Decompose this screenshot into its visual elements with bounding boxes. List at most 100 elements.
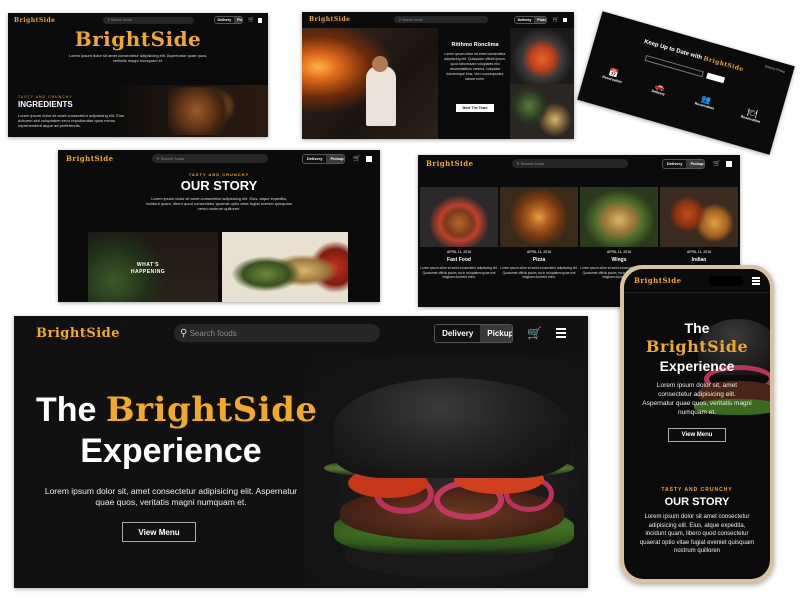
news-body: Lorem ipsum dolor sit amet consectetur a… [420, 266, 498, 279]
mobile-story-eyebrow: TASTY AND CRUNCHY [661, 487, 733, 493]
ingredients-heading: INGREDIENTS [18, 100, 73, 109]
news-card[interactable]: APRIL 11, 2016 Fast Food Lorem ipsum dol… [420, 187, 498, 280]
delivery-button[interactable]: Delivery [662, 159, 687, 168]
logo[interactable]: BrightSide [309, 16, 350, 23]
hero-text: Lorem ipsum dolor sit amet consectetur a… [68, 53, 208, 63]
team-title: Ritthmo Ronclima [451, 42, 499, 48]
mobile-headline-brand: BrightSide [645, 337, 749, 356]
cart-icon[interactable]: 🛒 [527, 326, 542, 340]
search-placeholder: Search foods [111, 18, 132, 22]
mockup-story-page: BrightSide ⚲ Search foods Delivery Picku… [58, 150, 380, 302]
ingredients-eyebrow: TASTY AND CRUNCHY [18, 95, 73, 99]
navbar: BrightSide ⚲ Search foods Delivery Picku… [14, 316, 588, 350]
pickup-button[interactable]: Pickup [686, 159, 704, 168]
search-placeholder: Search foods [189, 328, 237, 338]
hamburger-icon[interactable] [366, 156, 372, 162]
hero-headline-1: The BrightSide [36, 390, 318, 430]
cart-icon[interactable]: 🛒 [353, 155, 360, 162]
mobile-view-menu-button[interactable]: View Menu [668, 428, 726, 442]
news-date: APRIL 11, 2016 [446, 250, 472, 254]
hero-headline-2: Experience [80, 432, 262, 470]
hero-brand: BrightSide [74, 27, 202, 51]
delivery-button[interactable]: Delivery [214, 17, 235, 23]
team-text-block: Ritthmo Ronclima Lorem ipsum dolor sit a… [442, 28, 508, 139]
chef-figure [366, 66, 396, 126]
search-placeholder: Search foods [402, 17, 423, 22]
mockup-hero-desktop: BrightSide ⚲ Search foods Delivery Picku… [14, 316, 588, 588]
hamburger-icon[interactable] [258, 18, 262, 23]
meet-team-button[interactable]: Meet The Team [456, 104, 494, 112]
search-input[interactable]: ⚲ Search foods [174, 324, 381, 342]
order-toggle: Delivery Pickup [513, 15, 548, 24]
logo[interactable]: BrightSide [426, 159, 474, 168]
delivery-button[interactable]: Delivery [302, 154, 327, 163]
logo[interactable]: BrightSide [36, 326, 120, 341]
search-input[interactable]: ⚲ Search foods [151, 154, 268, 163]
hero-text-block: The BrightSide Experience Lorem ipsum do… [36, 390, 318, 508]
mockup-hero-mobile: BrightSide The BrightSide Experience Lor… [624, 269, 770, 579]
cart-icon[interactable]: 🛒 [248, 17, 254, 23]
search-icon: ⚲ [107, 18, 111, 22]
search-input[interactable]: ⚲ Search foods [103, 16, 194, 24]
happening-photo: WHAT'S HAPPENING [88, 232, 218, 302]
dishes-photo [510, 84, 574, 139]
logo[interactable]: BrightSide [634, 276, 682, 285]
hero-subtext: Lorem ipsum dolor sit, amet consectetur … [44, 486, 298, 507]
phone-notch [707, 275, 744, 286]
story-body: Lorem ipsum dolor sit amet consectetur a… [145, 196, 293, 211]
pickup-button[interactable]: Pickup [480, 324, 513, 342]
hamburger-icon[interactable] [556, 328, 566, 338]
pickup-button[interactable]: Pickup [534, 16, 547, 23]
mobile-subtext: Lorem ipsum dolor sit, amet consectetur … [642, 382, 752, 416]
search-icon: ⚲ [156, 156, 160, 161]
story-section: TASTY AND CRUNCHY OUR STORY Lorem ipsum … [58, 172, 380, 211]
happening-label: WHAT'S HAPPENING [130, 262, 166, 275]
search-input[interactable]: ⚲ Search foods [394, 16, 488, 23]
subscribe-button[interactable] [706, 72, 726, 84]
news-date: APRIL 11, 2016 [686, 250, 712, 254]
spices-photo [168, 87, 240, 135]
view-menu-button[interactable]: View Menu [122, 522, 196, 542]
cart-icon[interactable]: 🛒 [552, 17, 558, 23]
navbar: BrightSide ⚲ Search foods Delivery Picku… [58, 150, 380, 167]
delivery-button[interactable]: Delivery [435, 324, 481, 342]
phone-frame: BrightSide The BrightSide Experience Lor… [620, 265, 774, 583]
pickup-button[interactable]: Pickup [234, 17, 243, 23]
black-burger-photo [304, 356, 588, 588]
hamburger-icon[interactable] [562, 17, 567, 23]
search-input[interactable]: ⚲ Search foods [511, 159, 628, 168]
ingredients-body: Lorem ipsum dolor sit amet consectetur a… [18, 113, 125, 128]
order-toggle: Delivery Pickup [434, 323, 514, 343]
news-title: Fast Food [447, 257, 471, 263]
news-body: Lorem ipsum dolor sit amet consectetur a… [500, 266, 578, 279]
navbar: BrightSide ⚲ Search foods Delivery Picku… [8, 13, 268, 27]
delivery-button[interactable]: Delivery [514, 16, 535, 23]
pickup-button[interactable]: Pickup [326, 154, 344, 163]
search-placeholder: Search foods [160, 156, 185, 161]
story-heading: OUR STORY [180, 178, 258, 193]
mobile-story-body: Lorem ipsum dolor sit amet consectetur a… [639, 514, 755, 554]
news-card[interactable]: APRIL 11, 2016 Pizza Lorem ipsum dolor s… [500, 187, 578, 280]
feature-item: 👥 Reservation [687, 90, 725, 112]
mockup-team-page: BrightSide ⚲ Search foods Delivery Picku… [302, 12, 574, 139]
indian-photo [660, 187, 738, 247]
pasta-photo [510, 28, 574, 84]
hero-section: BrightSide Lorem ipsum dolor sit amet co… [8, 27, 268, 63]
order-toggle: Delivery Pickup [213, 16, 244, 24]
hamburger-icon[interactable] [752, 277, 760, 285]
mobile-headline-2: Experience [659, 358, 735, 374]
navbar: BrightSide ⚲ Search foods Delivery Picku… [302, 12, 574, 27]
showcase-canvas: BrightSide ⚲ Search foods Delivery Picku… [0, 0, 800, 600]
burger-photo [420, 187, 498, 247]
mockup-ingredients-page: BrightSide ⚲ Search foods Delivery Picku… [8, 13, 268, 137]
cart-icon[interactable]: 🛒 [713, 160, 720, 167]
news-date: APRIL 11, 2016 [526, 250, 552, 254]
ingredients-section: TASTY AND CRUNCHY INGREDIENTS Lorem ipsu… [8, 85, 268, 137]
mobile-story-section: TASTY AND CRUNCHY OUR STORY Lorem ipsum … [624, 487, 770, 556]
toast-photo [222, 232, 348, 302]
logo[interactable]: BrightSide [14, 17, 55, 24]
logo[interactable]: BrightSide [66, 154, 114, 163]
hamburger-icon[interactable] [726, 161, 732, 167]
navbar: BrightSide [624, 269, 770, 293]
news-title: Indian [691, 257, 707, 263]
